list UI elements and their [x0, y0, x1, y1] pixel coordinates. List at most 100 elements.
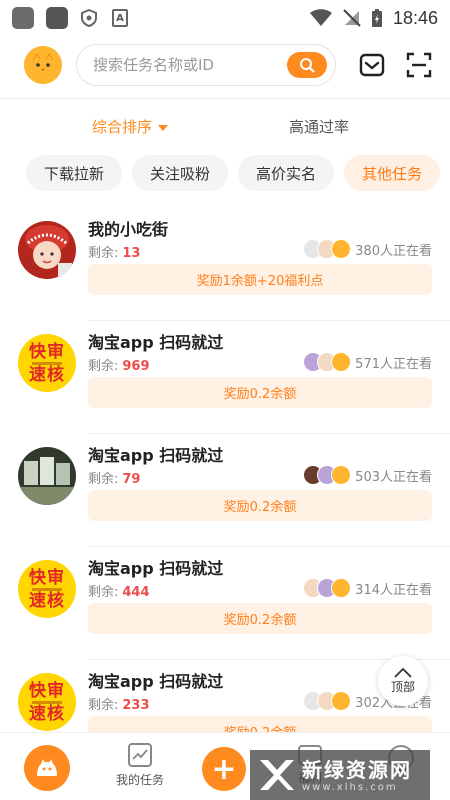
remain-count: 79 — [122, 472, 141, 487]
task-item[interactable]: 我的小吃街 剩余: 13 380人正在看 奖励1余额+20福利点 — [0, 208, 450, 321]
home-bird-icon — [37, 759, 57, 776]
notification-icon — [12, 7, 34, 29]
task-remain: 剩余: 444 — [88, 581, 150, 600]
avatar — [18, 221, 76, 279]
avatar — [18, 447, 76, 505]
search-button[interactable] — [287, 52, 327, 78]
viewer-avatar — [331, 578, 352, 598]
shield-icon — [81, 9, 97, 27]
viewer-avatar — [331, 691, 352, 711]
search-input[interactable] — [93, 56, 287, 74]
remain-label: 剩余: — [88, 472, 119, 487]
remain-count: 233 — [122, 698, 150, 713]
search-icon — [300, 58, 315, 73]
search-box[interactable] — [76, 44, 336, 86]
remain-label: 剩余: — [88, 698, 119, 713]
nav-home[interactable] — [24, 745, 70, 791]
caret-down-icon — [158, 124, 169, 131]
wifi-icon — [309, 9, 332, 26]
avatar-text: 快审 — [29, 341, 65, 362]
back-to-top-label: 顶部 — [390, 679, 415, 694]
avatar-text: 速核 — [29, 703, 65, 724]
text-app-icon: A — [112, 9, 128, 27]
viewers: 503人正在看 — [303, 464, 432, 486]
avatar: 快审 速核 — [18, 334, 76, 392]
chip-follow[interactable]: 关注吸粉 — [132, 155, 228, 191]
avatar: 快审 速核 — [18, 673, 76, 731]
task-remain: 剩余: 233 — [88, 694, 150, 713]
remain-label: 剩余: — [88, 585, 119, 600]
viewers: 314人正在看 — [303, 577, 432, 599]
reward-badge: 奖励1余额+20福利点 — [88, 264, 432, 295]
viewer-count: 314人正在看 — [355, 582, 432, 598]
task-remain: 剩余: 79 — [88, 468, 140, 487]
task-title: 淘宝app 扫码就过 — [88, 559, 224, 578]
sort-tab-high-pass[interactable]: 高通过率 — [289, 112, 349, 142]
header-divider — [0, 98, 450, 99]
message-icon — [359, 53, 384, 77]
viewers: 380人正在看 — [303, 238, 432, 260]
avatar-text: 快审 — [29, 567, 65, 588]
reward-badge: 奖励0.2余额 — [88, 603, 432, 634]
remain-count: 444 — [122, 585, 150, 600]
battery-charging-icon — [371, 9, 382, 27]
viewer-avatar — [331, 465, 352, 485]
watermark: 新绿资源网 www.xlhs.com — [250, 750, 430, 800]
sort-tab-label: 高通过率 — [289, 118, 350, 136]
task-remain: 剩余: 969 — [88, 355, 150, 374]
task-item[interactable]: 快审 速核 淘宝app 扫码就过 剩余: 969 571人正在看 奖励0.2余额 — [0, 321, 450, 434]
reward-badge: 奖励0.2余额 — [88, 377, 432, 408]
avatar-text: 快审 — [29, 680, 65, 701]
chevron-up-icon — [394, 667, 412, 678]
sort-tab-label: 综合排序 — [92, 118, 153, 136]
nav-add-button[interactable]: + — [202, 747, 246, 791]
viewer-avatar — [331, 239, 352, 259]
viewer-count: 571人正在看 — [355, 356, 432, 372]
chip-realname[interactable]: 高价实名 — [238, 155, 334, 191]
avatar: 快审 速核 — [18, 560, 76, 618]
task-item[interactable]: 淘宝app 扫码就过 剩余: 79 503人正在看 奖励0.2余额 — [0, 434, 450, 547]
category-chips: 下载拉新 关注吸粉 高价实名 其他任务 — [0, 155, 450, 191]
app-logo[interactable] — [24, 46, 62, 84]
watermark-url: www.xlhs.com — [302, 781, 398, 793]
chart-icon — [128, 743, 152, 767]
baby-photo-icon — [18, 221, 76, 279]
task-title: 淘宝app 扫码就过 — [88, 333, 224, 352]
nav-my-tasks[interactable]: 我的任务 — [110, 743, 170, 788]
no-signal-icon — [343, 9, 361, 27]
task-item[interactable]: 快审 速核 淘宝app 扫码就过 剩余: 444 314人正在看 奖励0.2余额 — [0, 547, 450, 660]
watermark-name: 新绿资源网 — [302, 757, 412, 782]
avatar-text: 速核 — [29, 364, 65, 385]
message-button[interactable] — [358, 51, 385, 79]
reward-badge: 奖励0.2余额 — [88, 716, 432, 732]
task-title: 淘宝app 扫码就过 — [88, 672, 224, 691]
remain-count: 969 — [122, 359, 150, 374]
chip-other[interactable]: 其他任务 — [344, 155, 440, 191]
chick-logo-icon — [24, 46, 62, 84]
remain-label: 剩余: — [88, 359, 119, 374]
task-title: 我的小吃街 — [88, 220, 169, 239]
viewers: 571人正在看 — [303, 351, 432, 373]
notification-icon — [46, 7, 68, 29]
reward-badge: 奖励0.2余额 — [88, 490, 432, 521]
avatar-text: 速核 — [29, 590, 65, 611]
viewer-count: 503人正在看 — [355, 469, 432, 485]
clock: 18:46 — [392, 7, 438, 28]
sort-bar: 综合排序 高通过率 — [0, 112, 450, 142]
viewer-avatar — [331, 352, 352, 372]
scan-button[interactable] — [405, 51, 432, 79]
back-to-top-button[interactable]: 顶部 — [378, 656, 428, 706]
sort-tab-comprehensive[interactable]: 综合排序 — [92, 112, 169, 142]
remain-count: 13 — [122, 246, 141, 261]
watermark-logo-icon — [260, 760, 294, 790]
viewer-count: 380人正在看 — [355, 243, 432, 259]
remain-label: 剩余: — [88, 246, 119, 261]
task-title: 淘宝app 扫码就过 — [88, 446, 224, 465]
photo-thumbnail-icon — [18, 447, 76, 505]
chip-download[interactable]: 下载拉新 — [26, 155, 122, 191]
task-remain: 剩余: 13 — [88, 242, 140, 261]
nav-label: 我的任务 — [115, 773, 164, 787]
status-bar: A 18:46 — [0, 0, 450, 36]
scan-icon — [406, 52, 431, 78]
header — [0, 40, 450, 90]
